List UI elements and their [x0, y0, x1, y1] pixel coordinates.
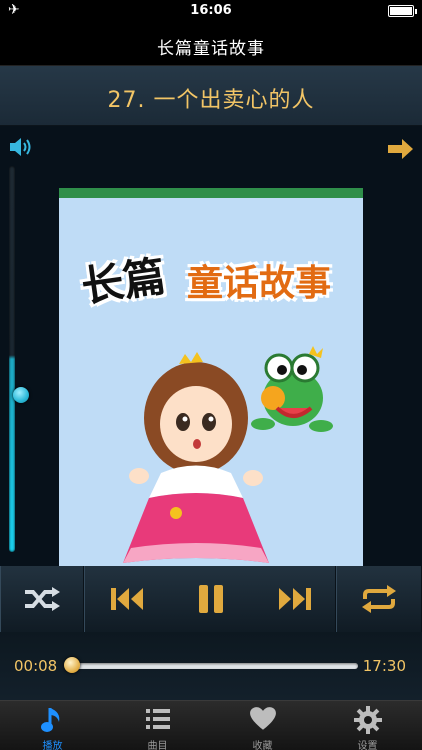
artwork-area: 长篇 童话故事: [0, 126, 422, 622]
total-time: 17:30: [362, 657, 406, 675]
list-icon: [145, 709, 170, 729]
previous-icon: [111, 588, 143, 610]
tab-label: 播放: [42, 741, 63, 750]
tab-settings[interactable]: 设置: [315, 701, 420, 750]
track-title: 27. 一个出卖心的人: [107, 88, 315, 113]
tab-label: 设置: [357, 741, 378, 750]
next-arrow-icon[interactable]: [386, 138, 414, 160]
volume-slider[interactable]: [9, 166, 29, 552]
playback-controls: [0, 566, 422, 632]
status-time: 16:06: [190, 3, 232, 18]
music-note-icon: [40, 708, 59, 732]
battery-icon: [388, 5, 417, 17]
volume-icon[interactable]: [8, 136, 34, 158]
next-icon: [279, 588, 311, 610]
tab-play[interactable]: 播放: [0, 701, 105, 750]
gear-icon: [353, 706, 382, 734]
tab-label: 收藏: [252, 741, 273, 750]
nav-bar: 长篇童话故事: [0, 22, 422, 66]
volume-slider-knob[interactable]: [13, 387, 29, 403]
page-title: 长篇童话故事: [157, 39, 265, 59]
transport-controls: [84, 566, 336, 632]
status-bar: ✈ 16:06: [0, 0, 422, 22]
pause-icon: [199, 585, 223, 613]
repeat-button[interactable]: [336, 566, 422, 632]
next-button[interactable]: [253, 566, 337, 632]
frog-illustration: [251, 346, 333, 432]
shuffle-button[interactable]: [0, 566, 84, 632]
track-title-bar: 27. 一个出卖心的人: [0, 66, 422, 126]
tab-bar: 播放 曲目 收藏 设置: [0, 700, 422, 750]
cover-title-line2: 童话故事: [187, 263, 332, 304]
repeat-icon: [362, 585, 396, 613]
progress-area: 00:08 17:30: [0, 632, 422, 700]
elapsed-time: 00:08: [14, 657, 58, 675]
tab-label: 曲目: [147, 741, 168, 750]
tab-tracks[interactable]: 曲目: [105, 701, 210, 750]
tab-favorites[interactable]: 收藏: [210, 701, 315, 750]
player: 27. 一个出卖心的人 长篇 童话故事 00:08 17:30: [0, 66, 422, 700]
progress-slider[interactable]: [66, 663, 358, 669]
heart-icon: [249, 707, 276, 730]
cover-title-line1: 长篇: [78, 251, 169, 312]
pause-button[interactable]: [169, 566, 253, 632]
album-cover: 长篇 童话故事: [59, 188, 363, 622]
previous-button[interactable]: [85, 566, 169, 632]
shuffle-icon: [25, 587, 60, 611]
progress-slider-knob[interactable]: [64, 657, 81, 673]
